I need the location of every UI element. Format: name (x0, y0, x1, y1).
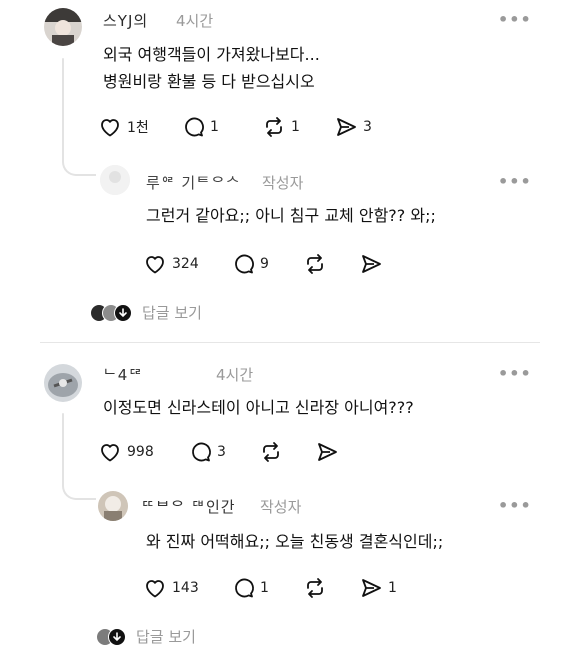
view-replies-label: 답글 보기 (136, 628, 196, 646)
chevron-down-icon (108, 627, 126, 646)
comment-actions: 998 3 (98, 440, 339, 464)
reply-button[interactable]: 9 (231, 252, 303, 276)
reply-button[interactable]: 1 (181, 115, 262, 139)
reply-count: 1 (210, 119, 219, 135)
comment-actions: 1천 1 1 3 (98, 115, 372, 139)
share-button[interactable] (315, 440, 339, 464)
avatar[interactable] (44, 8, 82, 46)
reply-avatars-stack (90, 303, 132, 322)
heart-icon (146, 580, 164, 598)
reply-text: 와 진짜 어떡해요;; 오늘 친동생 결혼식인데;; (146, 532, 444, 551)
repost-count: 1 (291, 119, 300, 135)
view-replies-button[interactable]: 답글 보기 (96, 626, 196, 647)
reply-button[interactable]: 1 (231, 576, 303, 600)
like-button[interactable]: 998 (98, 440, 188, 464)
comment-line-1: 외국 여행객들이 가져왔나보다... (103, 45, 320, 64)
more-icon[interactable]: ••• (498, 496, 532, 515)
divider (40, 342, 540, 343)
more-icon[interactable]: ••• (498, 10, 532, 29)
comment-icon (192, 442, 211, 462)
heart-icon (101, 119, 119, 137)
repost-button[interactable] (303, 576, 359, 600)
comment-line-2: 병원비랑 환불 등 다 받으십시오 (103, 72, 315, 91)
thread-connector-curve (62, 480, 96, 500)
reply-actions: 324 9 (143, 252, 383, 276)
more-icon[interactable]: ••• (498, 172, 532, 191)
author-badge: 작성자 (262, 174, 304, 192)
reply-avatars-stack (96, 627, 126, 646)
reply-text: 그런거 같아요;; 아니 침구 교체 안함?? 와;; (146, 206, 436, 225)
username[interactable]: ᄂ4ᄃᄅ (103, 364, 143, 385)
share-button[interactable] (359, 252, 383, 276)
repost-button[interactable]: 1 (262, 115, 334, 139)
reply-actions: 143 1 1 (143, 576, 397, 600)
like-button[interactable]: 143 (143, 576, 231, 600)
comment-icon (185, 117, 204, 137)
more-icon[interactable]: ••• (498, 364, 532, 383)
repost-button[interactable] (259, 440, 315, 464)
chevron-down-icon (114, 303, 132, 322)
reply-avatar[interactable] (100, 165, 130, 195)
repost-button[interactable] (303, 252, 359, 276)
timestamp: 4시간 (176, 12, 214, 30)
heart-icon (146, 256, 164, 274)
reply-count: 1 (260, 580, 269, 596)
view-replies-button[interactable]: 답글 보기 (90, 302, 202, 323)
repost-icon (263, 442, 279, 462)
share-icon (318, 443, 337, 461)
like-count: 143 (172, 580, 199, 596)
share-icon (337, 118, 356, 136)
comment-icon (235, 254, 254, 274)
reply-avatar[interactable] (98, 491, 128, 521)
like-count: 998 (127, 444, 154, 460)
repost-icon (307, 578, 323, 598)
like-count: 1천 (127, 120, 149, 136)
share-count: 3 (363, 119, 372, 135)
comment-text: 이정도면 신라스테이 아니고 신라장 아니여??? (103, 398, 414, 417)
like-count: 324 (172, 256, 199, 272)
username[interactable]: 스YJ의 (103, 10, 148, 31)
comment-text: 외국 여행객들이 가져왔나보다... 병원비랑 환불 등 다 받으십시오 (103, 41, 320, 95)
reply-button[interactable]: 3 (188, 440, 259, 464)
thread-connector (62, 58, 64, 158)
share-button[interactable]: 3 (334, 115, 372, 139)
thread-connector-curve (62, 156, 96, 176)
avatar[interactable] (44, 364, 82, 402)
like-button[interactable]: 1천 (98, 115, 181, 139)
timestamp: 4시간 (216, 366, 254, 384)
author-badge: 작성자 (260, 498, 302, 516)
share-button[interactable]: 1 (359, 576, 397, 600)
repost-icon (266, 117, 282, 137)
repost-icon (307, 254, 323, 274)
heart-icon (101, 444, 119, 462)
reply-username[interactable]: 루ᄋᄅ 기ᄐᄋᄉ (146, 172, 241, 193)
view-replies-label: 답글 보기 (142, 304, 202, 322)
comment-icon (235, 578, 254, 598)
share-icon (362, 255, 381, 273)
like-button[interactable]: 324 (143, 252, 231, 276)
thread-connector (62, 413, 64, 483)
share-count: 1 (388, 580, 397, 596)
share-icon (362, 579, 381, 597)
reply-username[interactable]: ᄄᄇᄋ ᄃᄇ인간 (141, 496, 236, 517)
reply-count: 3 (217, 444, 226, 460)
reply-count: 9 (260, 256, 269, 272)
